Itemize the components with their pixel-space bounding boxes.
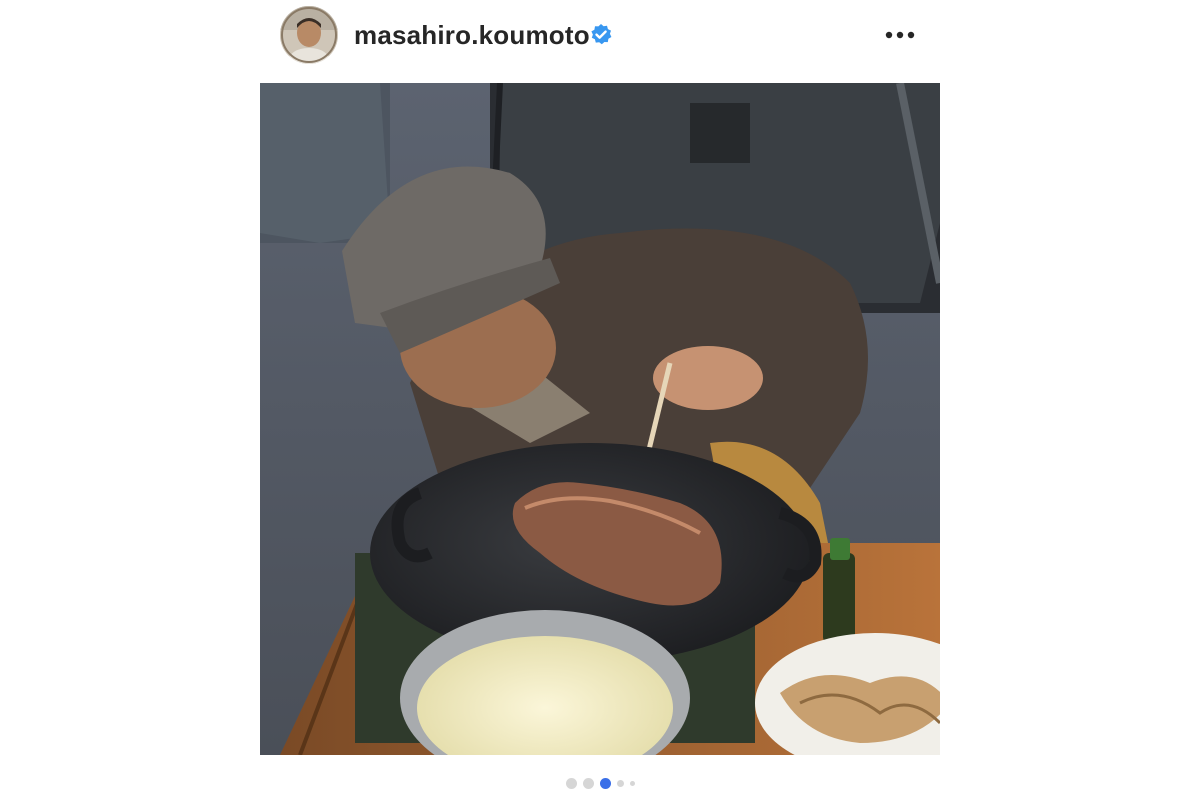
avatar-image <box>280 6 338 64</box>
carousel-dot <box>616 779 624 787</box>
post-photo-image <box>260 83 940 755</box>
username-link[interactable]: masahiro.koumoto <box>354 18 590 52</box>
post-header: masahiro.koumoto <box>260 0 940 70</box>
carousel-dot <box>582 777 594 789</box>
carousel-dot-active <box>599 777 611 789</box>
carousel-dot <box>565 777 577 789</box>
post-photo[interactable] <box>260 83 940 755</box>
more-options-button[interactable] <box>880 20 920 50</box>
carousel-indicator <box>0 776 1200 790</box>
verified-badge-icon <box>591 24 612 45</box>
more-horizontal-icon <box>885 31 915 39</box>
carousel-dot <box>629 780 635 786</box>
avatar[interactable] <box>280 6 338 64</box>
